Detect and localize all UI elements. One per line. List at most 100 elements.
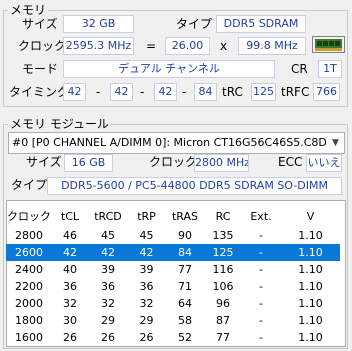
table-cell: 71	[178, 280, 192, 293]
table-cell: 96	[216, 297, 230, 310]
table-cell: 29	[139, 314, 154, 327]
table-cell: 26	[101, 331, 115, 344]
memory-size-label: サイズ	[22, 17, 58, 31]
equals-sign: =	[146, 39, 157, 53]
memory-trfc-label: tRFC	[281, 85, 310, 99]
table-row[interactable]: 2200 36 36 36 71 106 - 1.10	[6, 278, 340, 295]
timing-tras: 84	[194, 83, 217, 101]
module-type-label: タイプ	[11, 178, 48, 192]
table-cell: 1.10	[298, 229, 323, 242]
table-cell: 39	[101, 263, 115, 276]
column-header[interactable]: RC	[205, 205, 241, 227]
table-cell: 116	[212, 263, 234, 276]
times-sign: x	[220, 39, 228, 53]
table-cell: -	[259, 263, 263, 276]
table-row[interactable]: 2800 46 45 45 90 135 - 1.10	[6, 227, 340, 244]
table-cell: 26	[63, 331, 77, 344]
table-cell: 87	[216, 314, 230, 327]
table-header-row: クロック tCL tRCD tRP tRAS RC Ext. V	[6, 205, 340, 227]
memory-mode-label: モード	[22, 62, 59, 76]
table-cell: 58	[178, 314, 192, 327]
chevron-down-icon[interactable]: ▼	[327, 133, 344, 153]
table-cell: -	[259, 229, 263, 242]
module-slot-selected: #0 [P0 CHANNEL A/DIMM 0]: Micron CT16G56…	[12, 136, 327, 149]
module-size-value: 16 GB	[64, 154, 113, 172]
table-cell: 106	[212, 280, 234, 293]
table-cell: 39	[139, 263, 154, 276]
memory-trc-value: 125	[251, 83, 276, 101]
table-cell: 2000	[15, 297, 43, 310]
module-clock-value: 2800 MHz	[194, 154, 249, 172]
table-cell: 2200	[15, 280, 43, 293]
memory-multiplier: 26.00	[165, 37, 210, 55]
table-cell: 36	[101, 280, 115, 293]
column-header[interactable]: Ext.	[241, 205, 281, 227]
table-row[interactable]: 1600 26 26 26 52 77 - 1.10	[6, 329, 340, 346]
module-ecc-label: ECC	[278, 155, 303, 169]
timing-dash-3: -	[182, 85, 187, 99]
column-header[interactable]: tRAS	[165, 205, 205, 227]
table-row[interactable]: 2000 32 32 32 64 96 - 1.10	[6, 295, 340, 312]
module-type-value: DDR5-5600 / PC5-44800 DDR5 SDRAM SO-DIMM	[47, 177, 342, 195]
table-cell: 45	[101, 229, 115, 242]
table-cell: 42	[88, 244, 128, 261]
timing-table[interactable]: クロック tCL tRCD tRP tRAS RC Ext. V 2800 46 4…	[6, 205, 340, 346]
memory-size-value: 32 GB	[63, 15, 134, 33]
column-header[interactable]: V	[281, 205, 340, 227]
table-cell: -	[259, 297, 263, 310]
table-cell: 1.10	[298, 280, 323, 293]
table-cell: 135	[212, 229, 234, 242]
table-row[interactable]: 2600 42 42 42 84 125-1.10	[6, 244, 340, 261]
table-row[interactable]: 2400 40 39 39 77 116 - 1.10	[6, 261, 340, 278]
table-cell: 1800	[15, 314, 43, 327]
column-header[interactable]: クロック	[6, 205, 52, 227]
column-header[interactable]: tRCD	[88, 205, 128, 227]
timing-table-body[interactable]: 2800 46 45 45 90 135-1.10 2600 42 42 42 84 125-1.10…	[6, 227, 340, 346]
table-cell: -	[241, 244, 281, 261]
memory-trc-label: tRC	[222, 85, 243, 99]
memory-timing-label: タイミング	[9, 85, 70, 99]
column-header[interactable]: tCL	[52, 205, 88, 227]
memory-type-value: DDR5 SDRAM	[216, 15, 306, 33]
table-cell: 1.10	[298, 314, 323, 327]
table-cell: 2600	[6, 244, 52, 261]
table-cell: 36	[139, 280, 154, 293]
table-cell: 90	[178, 229, 192, 242]
table-cell: 84	[165, 244, 205, 261]
table-cell: 1.10	[298, 331, 323, 344]
memory-type-label: タイプ	[176, 17, 213, 31]
memory-module-icon	[312, 36, 345, 53]
table-cell: 1.10	[281, 244, 340, 261]
module-slot-select[interactable]: #0 [P0 CHANNEL A/DIMM 0]: Micron CT16G56…	[8, 132, 345, 154]
table-cell: 64	[178, 297, 192, 310]
table-cell: 42	[128, 244, 165, 261]
table-cell: 32	[101, 297, 115, 310]
table-cell: 77	[178, 263, 192, 276]
table-cell: 1.10	[298, 263, 323, 276]
table-cell: 1.10	[298, 297, 323, 310]
table-cell: 52	[178, 331, 192, 344]
table-cell: 26	[139, 331, 154, 344]
timing-dash-2: -	[140, 85, 145, 99]
memory-clock-value: 2595.3 MHz	[63, 37, 134, 55]
table-cell: 45	[139, 229, 154, 242]
module-clock-label: クロック	[149, 155, 198, 169]
table-row[interactable]: 1800 30 29 29 58 87 - 1.10	[6, 312, 340, 329]
memory-trfc-value: 766	[313, 83, 340, 101]
table-cell: 77	[216, 331, 230, 344]
module-group-title: メモリ モジュール	[8, 117, 111, 131]
table-cell: 32	[63, 297, 77, 310]
table-cell: -	[259, 331, 263, 344]
table-cell: 125	[205, 244, 241, 261]
table-cell: 30	[63, 314, 77, 327]
table-cell: 2800	[15, 229, 43, 242]
timing-trcd: 42	[110, 83, 133, 101]
module-ecc-value: いいえ	[306, 154, 342, 172]
module-size-label: サイズ	[26, 155, 62, 169]
table-cell: 36	[63, 280, 77, 293]
memory-cr-label: CR	[291, 62, 308, 76]
table-cell: 46	[63, 229, 77, 242]
table-cell: 40	[63, 263, 77, 276]
column-header[interactable]: tRP	[128, 205, 165, 227]
table-cell: -	[259, 280, 263, 293]
